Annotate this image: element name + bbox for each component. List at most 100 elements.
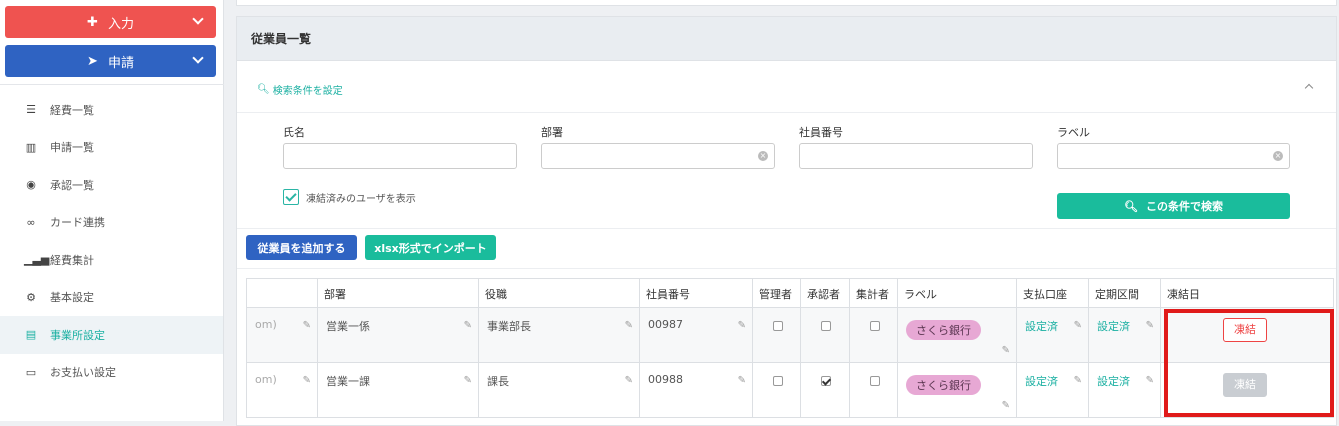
sidebar-item-label: 基本設定 (50, 291, 94, 305)
pencil-icon[interactable]: ✎ (464, 375, 472, 386)
employee-no-cell[interactable]: 00987 ✎ (639, 307, 753, 363)
pencil-icon[interactable]: ✎ (738, 375, 746, 386)
department-cell[interactable]: 営業一課 ✎ (317, 362, 479, 418)
label-tag: さくら銀行 (906, 375, 981, 395)
sidebar-item-office-settings[interactable]: ▤ 事業所設定 (0, 316, 223, 354)
email-cell[interactable]: om) ✎ (246, 307, 318, 363)
sidebar-item-basic-settings[interactable]: ⚙ 基本設定 (0, 279, 223, 317)
search-icon: 🔍︎ (257, 84, 270, 95)
link-icon: ∞ (26, 215, 36, 229)
account-link[interactable]: 設定済 (1025, 320, 1058, 333)
col-admin: 管理者 (752, 278, 801, 308)
commute-link[interactable]: 設定済 (1097, 320, 1130, 333)
clear-icon[interactable]: × (1273, 151, 1283, 161)
aggregator-cell (849, 362, 898, 418)
department-select[interactable]: × (541, 143, 775, 169)
show-frozen-checkbox[interactable] (283, 189, 299, 205)
col-account: 支払口座 (1016, 278, 1089, 308)
search-toggle[interactable]: 🔍︎ 検索条件を設定 (257, 82, 343, 97)
sidebar-item-label: 申請一覧 (50, 141, 94, 155)
admin-cell (752, 307, 801, 363)
pencil-icon[interactable]: ✎ (1146, 320, 1154, 331)
account-cell[interactable]: 設定済 ✎ (1016, 307, 1089, 363)
sidebar-item-applications[interactable]: ▥ 申請一覧 (0, 129, 223, 167)
employee-no-label: 社員番号 (799, 126, 843, 139)
label-label: ラベル (1057, 126, 1090, 139)
label-tag: さくら銀行 (906, 320, 981, 340)
col-commute: 定期区間 (1088, 278, 1161, 308)
name-label: 氏名 (283, 126, 305, 139)
apply-button[interactable]: ➤ 申請 (5, 45, 216, 77)
approver-checkbox[interactable] (821, 376, 831, 386)
check-circle-icon: ◉ (26, 178, 36, 192)
col-aggregator: 集計者 (849, 278, 898, 308)
show-frozen-option[interactable]: 凍結済みのユーザを表示 (283, 189, 416, 205)
pencil-icon[interactable]: ✎ (1074, 320, 1082, 331)
pencil-icon[interactable]: ✎ (303, 320, 311, 331)
position-cell[interactable]: 課長 ✎ (478, 362, 640, 418)
approver-cell (800, 362, 850, 418)
sidebar-item-label: 事業所設定 (50, 328, 105, 342)
employee-no-cell[interactable]: 00988 ✎ (639, 362, 753, 418)
email-cell[interactable]: om) ✎ (246, 362, 318, 418)
import-xlsx-button[interactable]: xlsx形式でインポート (365, 235, 496, 260)
list-icon: ☰ (26, 103, 36, 117)
sidebar: ✚ 入力 ➤ 申請 ☰ 経費一覧 ▥ 申請一覧 ◉ 承認一覧 ∞ カード連携 ▁… (0, 0, 224, 421)
paper-plane-icon: ➤ (87, 53, 98, 69)
col-approver: 承認者 (800, 278, 850, 308)
aggregator-checkbox[interactable] (870, 321, 880, 331)
col-email (246, 278, 318, 308)
commute-link[interactable]: 設定済 (1097, 375, 1130, 388)
building-icon: ▤ (25, 328, 37, 342)
account-cell[interactable]: 設定済 ✎ (1016, 362, 1089, 418)
account-link[interactable]: 設定済 (1025, 375, 1058, 388)
divider (237, 228, 1336, 229)
department-label: 部署 (541, 126, 563, 139)
label-cell[interactable]: さくら銀行 ✎ (897, 362, 1017, 418)
add-employee-button[interactable]: 従業員を追加する (246, 235, 357, 260)
pencil-icon[interactable]: ✎ (738, 320, 746, 331)
label-select[interactable]: × (1057, 143, 1290, 169)
clear-icon[interactable]: × (758, 151, 768, 161)
label-cell[interactable]: さくら銀行 ✎ (897, 307, 1017, 363)
position-cell[interactable]: 事業部長 ✎ (478, 307, 640, 363)
search-button[interactable]: 🔍︎ この条件で検索 (1057, 193, 1290, 219)
pencil-icon[interactable]: ✎ (1002, 345, 1010, 356)
table-header-row: 部署 役職 社員番号 管理者 承認者 集計者 ラベル 支払口座 定期区間 凍結日 (246, 278, 1334, 308)
employee-no-input[interactable] (799, 143, 1033, 169)
department-cell[interactable]: 営業一係 ✎ (317, 307, 479, 363)
pencil-icon[interactable]: ✎ (625, 375, 633, 386)
sidebar-item-card-link[interactable]: ∞ カード連携 (0, 204, 223, 242)
sidebar-item-expense-summary[interactable]: ▁▃▅ 経費集計 (0, 241, 223, 279)
input-button[interactable]: ✚ 入力 (5, 6, 216, 38)
commute-cell[interactable]: 設定済 ✎ (1088, 362, 1161, 418)
aggregator-checkbox[interactable] (870, 376, 880, 386)
pencil-icon[interactable]: ✎ (303, 375, 311, 386)
approver-cell (800, 307, 850, 363)
chevron-up-icon[interactable] (1304, 83, 1314, 93)
approver-checkbox[interactable] (821, 321, 831, 331)
admin-checkbox[interactable] (773, 321, 783, 331)
sidebar-item-approvals[interactable]: ◉ 承認一覧 (0, 166, 223, 204)
sidebar-item-label: お支払い設定 (50, 366, 116, 380)
pencil-icon[interactable]: ✎ (1146, 375, 1154, 386)
pencil-icon[interactable]: ✎ (1002, 400, 1010, 411)
admin-checkbox[interactable] (773, 376, 783, 386)
sidebar-item-payment-settings[interactable]: ▭ お支払い設定 (0, 354, 223, 392)
col-label: ラベル (897, 278, 1017, 308)
pencil-icon[interactable]: ✎ (1074, 375, 1082, 386)
name-input[interactable] (283, 143, 517, 169)
col-freeze-date: 凍結日 (1160, 278, 1334, 308)
col-employee-no: 社員番号 (639, 278, 753, 308)
search-button-label: この条件で検索 (1145, 200, 1223, 213)
admin-cell (752, 362, 801, 418)
plus-icon: ✚ (87, 14, 98, 30)
commute-cell[interactable]: 設定済 ✎ (1088, 307, 1161, 363)
sidebar-item-expenses[interactable]: ☰ 経費一覧 (0, 91, 223, 129)
sidebar-divider (0, 84, 224, 85)
sidebar-item-label: 経費集計 (50, 253, 94, 267)
pencil-icon[interactable]: ✎ (464, 320, 472, 331)
credit-card-icon: ▭ (25, 365, 37, 379)
pencil-icon[interactable]: ✎ (625, 320, 633, 331)
divider (237, 268, 1336, 269)
